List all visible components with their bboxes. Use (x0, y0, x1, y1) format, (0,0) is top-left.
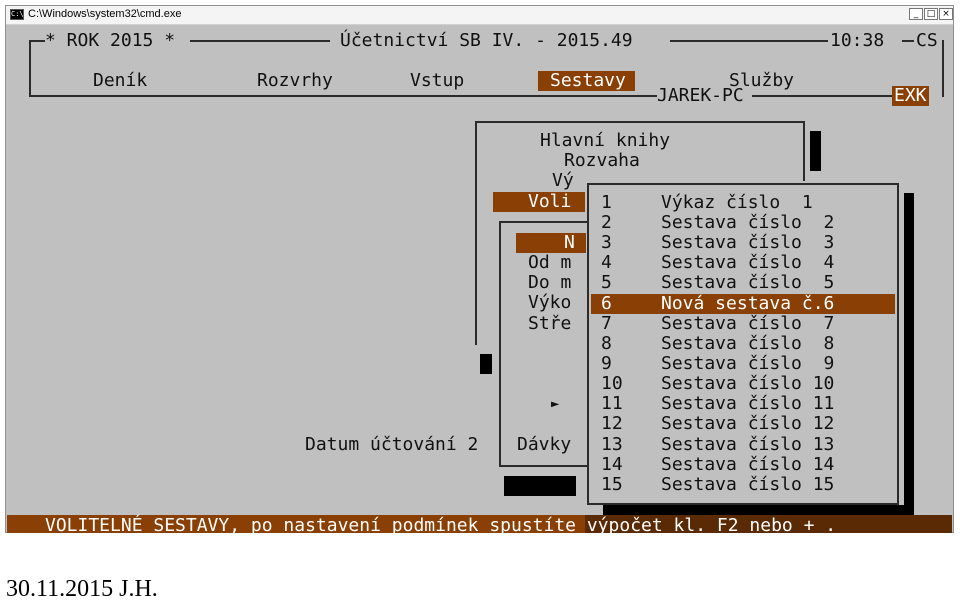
list-item[interactable]: 14 Sestava číslo 14 (591, 455, 895, 475)
frame-line (475, 121, 805, 123)
menu-item-sestavy[interactable]: Sestavy (538, 71, 635, 91)
volitelne-line: Do m (528, 272, 572, 293)
cmd-app-icon: C:\ (10, 9, 24, 20)
menu-item-vstup[interactable]: Vstup (410, 71, 464, 91)
volitelne-line: Stře (528, 313, 572, 334)
list-item[interactable]: 1 Výkaz číslo 1 (591, 193, 895, 213)
frame-line (29, 40, 31, 97)
volitelne-selected[interactable]: N (564, 233, 575, 253)
clock: 10:38 (830, 30, 885, 51)
code-label: CS (916, 30, 938, 51)
console-window: C:\ C:\Windows\system32\cmd.exe _ □ × * … (5, 5, 954, 533)
popup-shadow (603, 505, 914, 515)
title-bar[interactable]: C:\ C:\Windows\system32\cmd.exe _ □ × (6, 6, 953, 25)
minimize-button[interactable]: _ (909, 8, 923, 20)
frame-line (499, 221, 501, 467)
list-item[interactable]: 7 Sestava číslo 7 (591, 314, 895, 334)
list-item[interactable]: 12 Sestava číslo 12 (591, 414, 895, 434)
frame-line (499, 221, 589, 223)
menu-volitelne[interactable]: Voli (528, 192, 571, 212)
volitelne-line: Od m (528, 252, 572, 273)
list-item[interactable]: 5 Sestava číslo 5 (591, 273, 895, 293)
list-item[interactable]: 3 Sestava číslo 3 (591, 233, 895, 253)
frame-line (190, 40, 330, 42)
sestavy-list-popup: 1 Výkaz číslo 1 2 Sestava číslo 2 3 Sestava… (587, 183, 899, 505)
list-item[interactable]: 9 Sestava číslo 9 (591, 354, 895, 374)
list-item[interactable]: 11 Sestava číslo 11 (591, 394, 895, 414)
shadow-block (480, 354, 492, 374)
exk-badge: EXK (892, 85, 929, 106)
datum-label: Datum účtování 2 (305, 434, 479, 455)
close-button[interactable]: × (939, 8, 953, 20)
list-item[interactable]: 4 Sestava číslo 4 (591, 253, 895, 273)
menu-vykazy[interactable]: Vý (552, 171, 574, 191)
footer-caption: 30.11.2015 J.H. (6, 576, 158, 602)
frame-line (29, 95, 657, 97)
year-label: * ROK 2015 * (45, 30, 176, 51)
console-area: * ROK 2015 * Účetnictví SB IV. - 2015.49… (7, 25, 952, 533)
list-item-selected[interactable]: 6 Nová sestava č.6 (591, 294, 895, 314)
popup-shadow (904, 193, 914, 515)
status-text: VOLITELNÉ SESTAVY, po nastavení podmínek… (45, 515, 837, 534)
volitelne-line: Výko (528, 292, 572, 313)
status-bar: VOLITELNÉ SESTAVY, po nastavení podmínek… (7, 515, 952, 533)
menu-item-denik[interactable]: Deník (93, 71, 147, 91)
list-item[interactable]: 8 Sestava číslo 8 (591, 334, 895, 354)
frame-line (803, 121, 805, 181)
frame-line (475, 121, 477, 345)
frame-line (902, 40, 914, 42)
computer-name: JAREK-PC (657, 85, 744, 106)
maximize-button[interactable]: □ (924, 8, 938, 20)
frame-line (29, 40, 45, 42)
frame-line (752, 95, 892, 97)
menu-rozvaha[interactable]: Rozvaha (564, 151, 640, 171)
selected-bar (516, 233, 586, 253)
frame-line (499, 465, 589, 467)
list-item[interactable]: 10 Sestava číslo 10 (591, 374, 895, 394)
shadow-block (810, 131, 821, 171)
arrow-icon: ► (551, 396, 560, 412)
list-item[interactable]: 2 Sestava číslo 2 (591, 213, 895, 233)
app-title: Účetnictví SB IV. - 2015.49 (340, 30, 633, 51)
menu-hlavni-knihy[interactable]: Hlavní knihy (540, 131, 670, 151)
list-item[interactable]: 15 Sestava číslo 15 (591, 475, 895, 495)
menu-item-rozvrhy[interactable]: Rozvrhy (257, 71, 333, 91)
window-title: C:\Windows\system32\cmd.exe (28, 8, 182, 20)
frame-line (942, 40, 944, 97)
list-item[interactable]: 13 Sestava číslo 13 (591, 435, 895, 455)
davky-label: Dávky (517, 434, 572, 455)
shadow-block (504, 476, 576, 496)
frame-line (670, 40, 828, 42)
